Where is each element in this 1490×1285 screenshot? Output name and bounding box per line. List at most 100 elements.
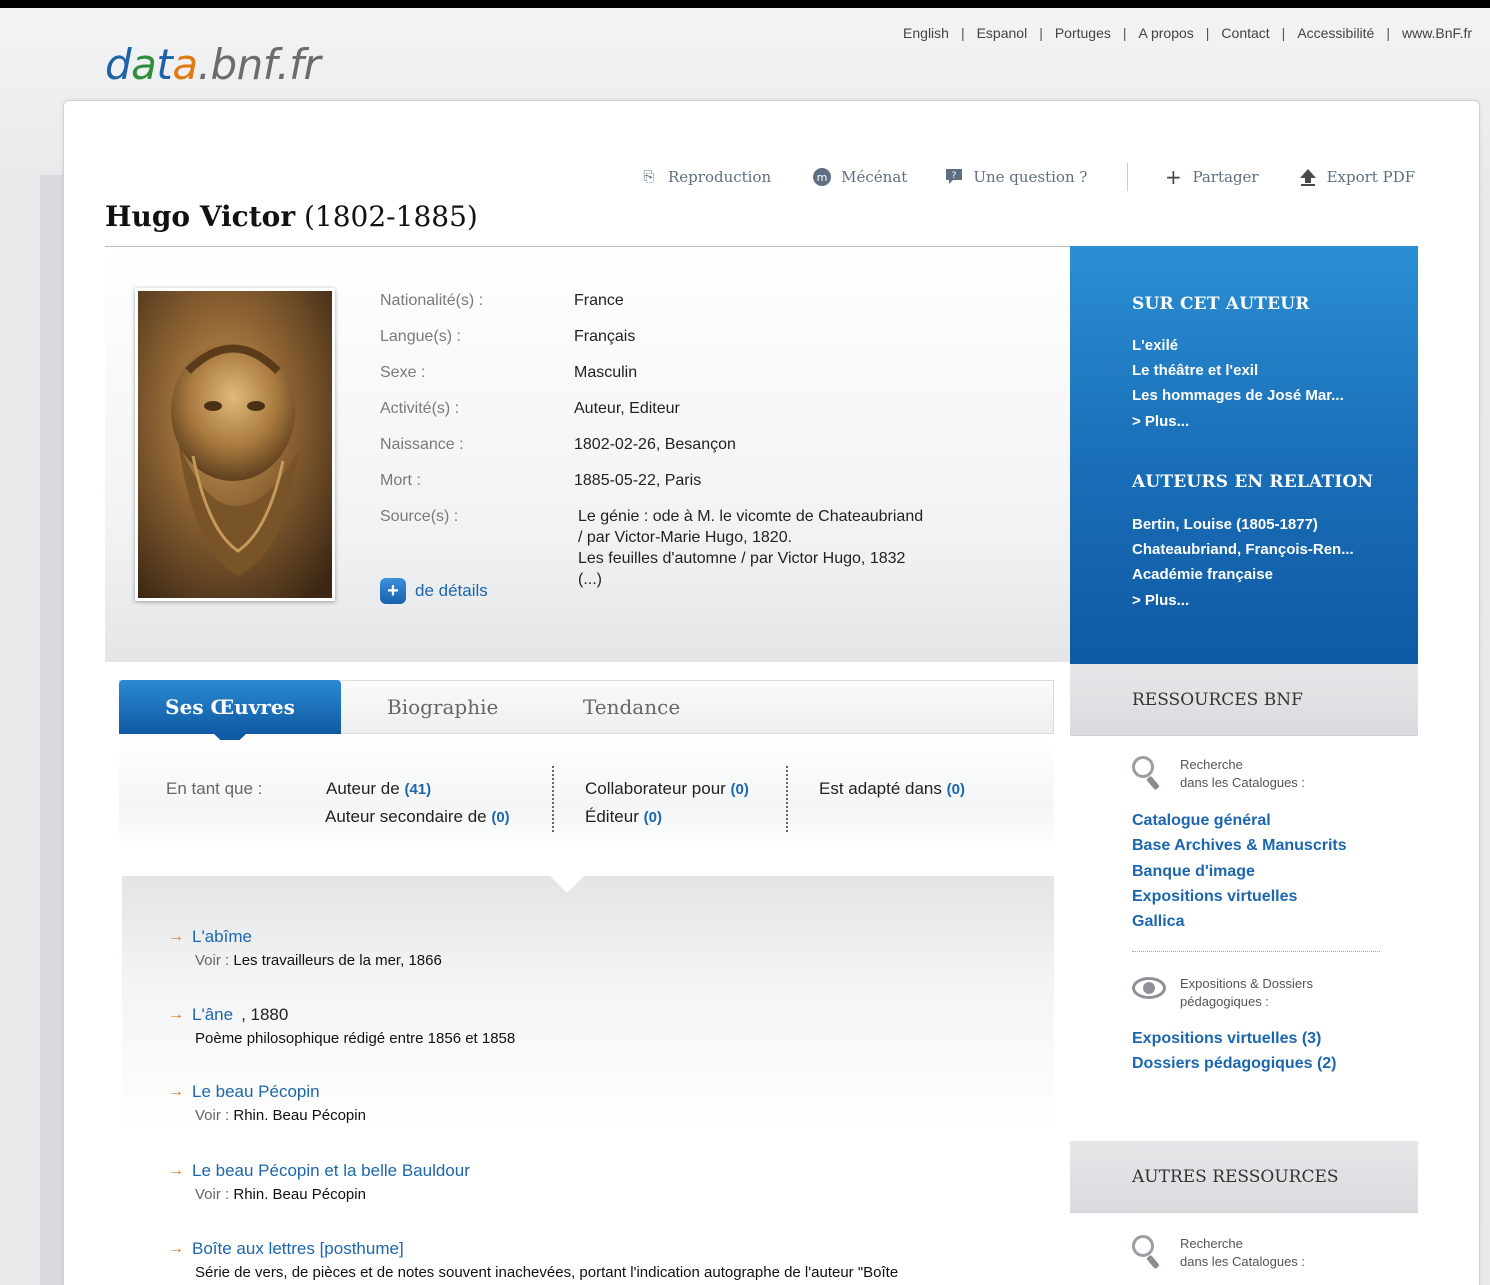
site-logo[interactable]: data.bnf.fr <box>105 40 321 89</box>
mecenat-icon: m <box>811 167 833 187</box>
link-english[interactable]: English <box>903 25 949 41</box>
work-title-link[interactable]: Boîte aux lettres [posthume] <box>192 1239 404 1259</box>
work-title-link[interactable]: L'âne <box>192 1005 233 1025</box>
expositions-virtuelles-link[interactable]: Expositions virtuelles (3) <box>1132 1030 1321 1048</box>
eye-icon <box>1132 977 1166 999</box>
role-divider <box>552 766 554 832</box>
work-description: Rhin. Beau Pécopin <box>233 1107 366 1124</box>
list-item: → Boîte aux lettres [posthume] Série de v… <box>168 1239 898 1281</box>
about-more-link[interactable]: > Plus... <box>1132 413 1189 430</box>
tab-biographie[interactable]: Biographie <box>387 680 498 734</box>
author-name: Hugo Victor <box>105 200 296 233</box>
action-bar: ⎘ Reproduction m Mécénat ? Une question ? +… <box>638 163 1415 191</box>
work-description: Les travailleurs de la mer, 1866 <box>233 952 442 969</box>
list-item: → L'abîme Voir : Les travailleurs de la m… <box>168 927 442 969</box>
tab-oeuvres[interactable]: Ses Œuvres <box>119 680 341 734</box>
separator <box>1127 163 1129 191</box>
arrow-right-icon: → <box>168 1240 184 1257</box>
logo-letter: a <box>131 40 157 89</box>
work-title-link[interactable]: L'abîme <box>192 927 252 947</box>
reproduction-icon: ⎘ <box>643 169 655 185</box>
source-line: Le génie : ode à M. le vicomte de Chatea… <box>578 508 924 525</box>
export-arrow-icon <box>1297 167 1319 187</box>
logo-letter: d <box>105 40 132 89</box>
expositions-link[interactable]: Expositions virtuelles <box>1132 888 1297 906</box>
work-description: Série de vers, de pièces et de notes sou… <box>195 1264 899 1281</box>
list-item: → Le beau Pécopin et la belle Bauldour Vo… <box>168 1161 470 1203</box>
list-item: → L'âne, 1880 Poème philosophique rédigé … <box>168 1005 516 1047</box>
related-link[interactable]: Bertin, Louise (1805-1877) <box>1132 516 1318 533</box>
divider <box>1132 951 1380 952</box>
source-line: (...) <box>578 571 602 588</box>
role-editeur[interactable]: Éditeur (0) <box>585 807 662 827</box>
arrow-right-icon: → <box>168 1162 184 1179</box>
archives-link[interactable]: Base Archives & Manuscrits <box>1132 837 1347 855</box>
related-more-link[interactable]: > Plus... <box>1132 592 1189 609</box>
source-line: / par Victor-Marie Hugo, 1820. <box>578 529 793 546</box>
roles-label: En tant que : <box>166 779 263 798</box>
about-link[interactable]: Le théâtre et l'exil <box>1132 362 1258 379</box>
export-pdf-button[interactable]: Export PDF <box>1297 167 1415 187</box>
reproduction-button[interactable]: ⎘ Reproduction <box>638 167 771 187</box>
about-author-heading: SUR CET AUTEUR <box>1132 294 1310 314</box>
related-link[interactable]: Chateaubriand, François-Ren... <box>1132 541 1354 558</box>
details-label: de détails <box>415 581 488 600</box>
logo-letter: t <box>156 40 173 89</box>
arrow-right-icon: → <box>168 928 184 945</box>
source-line: Les feuilles d'automne / par Victor Hugo… <box>578 550 906 567</box>
about-link[interactable]: Les hommages de José Mar... <box>1132 387 1344 404</box>
question-button[interactable]: ? Une question ? <box>943 167 1087 187</box>
plus-icon: + <box>1165 165 1182 189</box>
expositions-label: Expositions & Dossiers pédagogiques : <box>1132 975 1313 1011</box>
link-accessibilite[interactable]: Accessibilité <box>1297 25 1374 41</box>
role-collaborateur[interactable]: Collaborateur pour (0) <box>585 779 749 799</box>
logo-domain: .bnf.fr <box>197 40 321 89</box>
work-description: Rhin. Beau Pécopin <box>233 1186 366 1203</box>
sources-list: Le génie : ode à M. le vicomte de Chatea… <box>578 506 978 590</box>
mecenat-button[interactable]: m Mécénat <box>811 167 907 187</box>
top-links: English | Espanol | Portuges | A propos | Co… <box>903 25 1472 41</box>
list-item: → Le beau Pécopin Voir : Rhin. Beau Pécop… <box>168 1082 366 1124</box>
about-link[interactable]: L'exilé <box>1132 337 1178 354</box>
plus-icon: + <box>380 578 406 604</box>
svg-text:?: ? <box>952 171 957 181</box>
works-notch <box>550 876 584 893</box>
link-espanol[interactable]: Espanol <box>977 25 1028 41</box>
work-description: Poème philosophique rédigé entre 1856 et… <box>195 1030 516 1047</box>
dossiers-pedagogiques-link[interactable]: Dossiers pédagogiques (2) <box>1132 1055 1337 1073</box>
author-dates: (1802-1885) <box>304 200 478 233</box>
link-contact[interactable]: Contact <box>1221 25 1269 41</box>
search-icon <box>1132 756 1166 792</box>
author-portrait <box>135 288 335 601</box>
page-title: Hugo Victor (1802-1885) <box>105 200 478 233</box>
gallica-link[interactable]: Gallica <box>1132 913 1184 931</box>
catalogue-general-link[interactable]: Catalogue général <box>1132 812 1271 830</box>
other-resources-heading: AUTRES RESSOURCES <box>1070 1141 1418 1213</box>
share-button[interactable]: + Partager <box>1162 165 1259 189</box>
other-catalog-search-label: Recherche dans les Catalogues : <box>1132 1235 1305 1271</box>
role-divider <box>786 766 788 832</box>
about-author-panel: SUR CET AUTEUR L'exilé Le théâtre et l'e… <box>1070 246 1418 664</box>
role-auteur-secondaire[interactable]: Auteur secondaire de (0) <box>325 807 510 827</box>
role-auteur[interactable]: Auteur de (41) <box>326 779 431 799</box>
tab-tendance[interactable]: Tendance <box>583 680 680 734</box>
related-authors-heading: AUTEURS EN RELATION <box>1132 472 1374 492</box>
top-edge <box>0 0 1490 8</box>
arrow-right-icon: → <box>168 1083 184 1100</box>
svg-text:m: m <box>817 171 828 184</box>
arrow-right-icon: → <box>168 1006 184 1023</box>
logo-letter: a <box>172 40 198 89</box>
catalog-search-label: Recherche dans les Catalogues : <box>1132 756 1305 792</box>
work-title-link[interactable]: Le beau Pécopin et la belle Bauldour <box>192 1161 470 1181</box>
link-apropos[interactable]: A propos <box>1139 25 1194 41</box>
role-adapte[interactable]: Est adapté dans (0) <box>819 779 965 799</box>
speech-bubble-icon: ? <box>943 167 965 187</box>
search-icon <box>1132 1235 1166 1271</box>
more-details-button[interactable]: + de détails <box>380 578 488 604</box>
link-bnf[interactable]: www.BnF.fr <box>1402 25 1472 41</box>
banque-image-link[interactable]: Banque d'image <box>1132 863 1255 881</box>
work-title-link[interactable]: Le beau Pécopin <box>192 1082 320 1102</box>
link-portuges[interactable]: Portuges <box>1055 25 1111 41</box>
related-link[interactable]: Académie française <box>1132 566 1273 583</box>
portrait-image <box>138 291 332 598</box>
